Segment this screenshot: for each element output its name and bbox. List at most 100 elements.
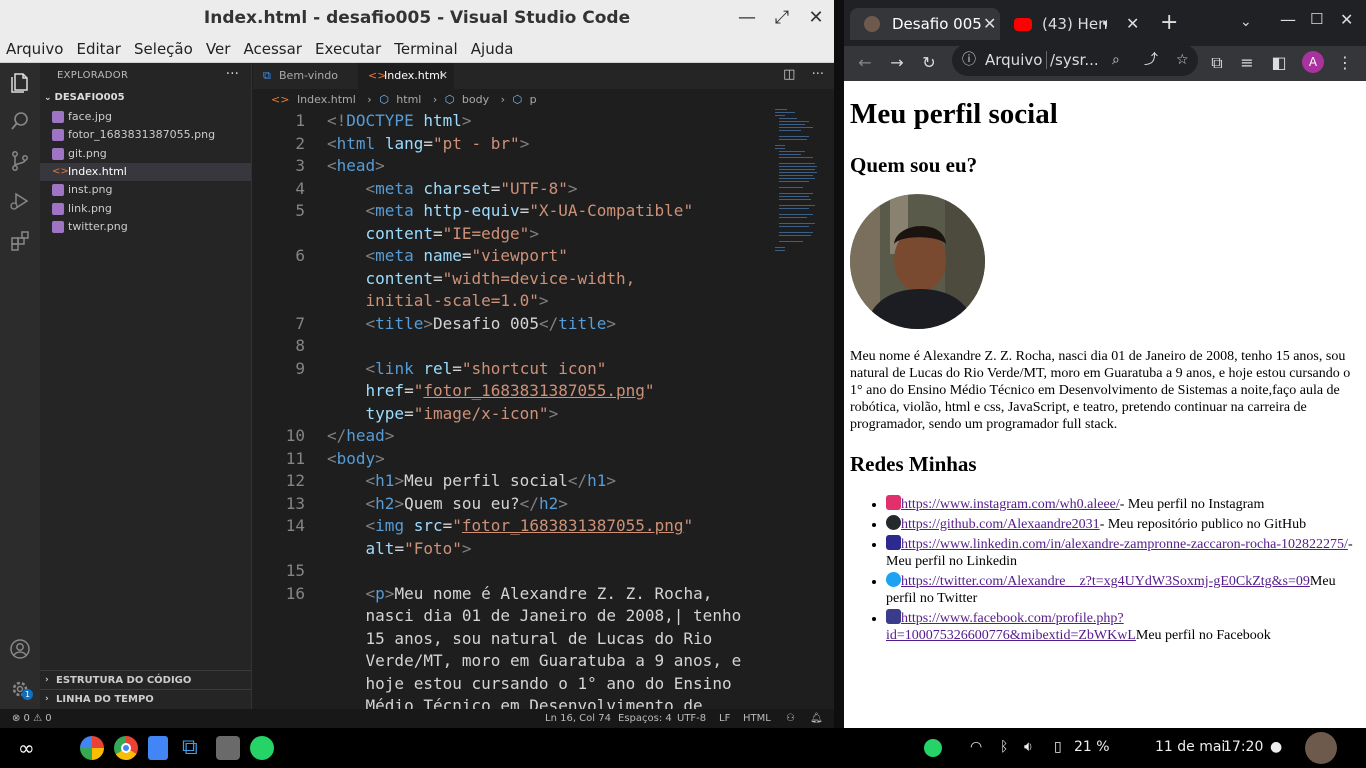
more-actions-icon[interactable]: ··· — [226, 66, 239, 82]
tab-welcome[interactable]: ⧉ Bem-vindo — [253, 63, 357, 89]
chrome-menu-icon[interactable]: ⋮ — [1334, 52, 1356, 74]
address-url: /sysr... — [1050, 51, 1099, 69]
menu-acessar[interactable]: Acessar — [237, 36, 301, 58]
forward-arrow-icon[interactable]: → — [886, 52, 908, 74]
split-editor-icon[interactable]: ◫ — [783, 67, 795, 82]
links-heading: Redes Minhas — [850, 452, 977, 476]
launcher-icon[interactable]: ∞ — [18, 736, 42, 760]
close-tab-icon[interactable]: ✕ — [983, 8, 996, 40]
indentation-status[interactable]: Espaços: 4 — [618, 709, 672, 728]
maximize-button[interactable]: ⤢ — [770, 6, 794, 30]
close-button[interactable]: ✕ — [804, 6, 828, 30]
whatsapp-tray-icon[interactable] — [924, 739, 942, 757]
close-tab-icon[interactable]: ✕ — [439, 63, 448, 89]
facebook-link[interactable]: https://www.facebook.com/profile.php?id=… — [886, 611, 1136, 643]
breadcrumb-item[interactable]: ⬡ body — [445, 93, 493, 106]
breadcrumb-item[interactable]: ⬡ html — [379, 93, 425, 106]
language-status[interactable]: HTML — [743, 709, 771, 728]
browser-tab-active[interactable]: Desafio 005 ✕ — [850, 8, 1000, 40]
account-icon[interactable] — [8, 637, 32, 661]
explorer-icon[interactable] — [8, 71, 32, 95]
vscode-app-icon[interactable]: ⧉ — [182, 736, 206, 760]
menu-ajuda[interactable]: Ajuda — [465, 36, 514, 58]
settings-gear-icon[interactable]: 1 — [8, 677, 33, 701]
close-button[interactable]: ✕ — [1340, 10, 1353, 29]
minimap[interactable] — [773, 107, 825, 307]
volume-icon[interactable]: 🔉︎ — [1024, 739, 1033, 755]
linkedin-link[interactable]: https://www.linkedin.com/in/alexandre-za… — [901, 537, 1348, 552]
bookmark-star-icon[interactable]: ☆ — [1176, 44, 1189, 76]
menu-ver[interactable]: Ver — [200, 36, 231, 58]
side-panel-icon[interactable]: ◧ — [1268, 52, 1290, 74]
notifications-bell-icon[interactable]: 🔔︎ — [810, 709, 823, 728]
menu-executar[interactable]: Executar — [309, 36, 381, 58]
file-item[interactable]: face.jpg — [40, 108, 251, 126]
whatsapp-icon[interactable] — [250, 736, 274, 760]
code-line: <meta charset="UTF-8"> — [365, 179, 578, 198]
extensions-puzzle-icon[interactable]: ⧉ — [1206, 52, 1228, 74]
bluetooth-icon[interactable]: ᛒ — [1000, 739, 1008, 755]
instagram-link[interactable]: https://www.instagram.com/wh0.aleee/ — [901, 497, 1120, 512]
tab-search-icon[interactable]: ⌄ — [1240, 14, 1252, 30]
line-number: 11 — [285, 449, 305, 468]
docs-app-icon[interactable] — [148, 736, 168, 760]
menu-selecao[interactable]: Seleção — [128, 36, 193, 58]
user-avatar[interactable] — [1305, 732, 1337, 764]
battery-icon[interactable]: ▯ — [1054, 739, 1062, 755]
run-debug-icon[interactable] — [8, 189, 32, 213]
media-control-icon[interactable]: ≡ — [1236, 52, 1258, 74]
encoding-status[interactable]: UTF-8 — [677, 709, 706, 728]
maximize-button[interactable]: ☐ — [1310, 10, 1323, 28]
wifi-icon[interactable]: ◠ — [970, 739, 982, 755]
timeline-section[interactable]: › LINHA DO TEMPO — [40, 689, 251, 708]
speaker-icon: 🔈︎ — [1103, 16, 1111, 31]
search-icon[interactable] — [8, 109, 32, 133]
extensions-icon[interactable] — [8, 229, 32, 253]
zoom-icon[interactable]: ⌕ — [1112, 44, 1120, 76]
source-control-icon[interactable] — [8, 149, 32, 173]
google-plus-app-icon[interactable] — [80, 736, 104, 760]
eol-status[interactable]: LF — [719, 709, 730, 728]
file-item[interactable]: inst.png — [40, 181, 251, 199]
share-icon[interactable]: ⤴ — [1144, 44, 1158, 76]
vscode-titlebar[interactable]: Index.html - desafio005 - Visual Studio … — [0, 0, 834, 36]
outline-section[interactable]: › ESTRUTURA DO CÓDIGO — [40, 670, 251, 689]
folder-header[interactable]: ⌄ DESAFIO005 — [44, 92, 125, 103]
menu-editar[interactable]: Editar — [71, 36, 121, 58]
menu-terminal[interactable]: Terminal — [388, 36, 457, 58]
list-item: https://www.instagram.com/wh0.aleee/- Me… — [886, 495, 1356, 513]
problems-status[interactable]: ⊗ 0 ⚠ 0 — [12, 709, 52, 728]
code-editor[interactable]: 1 <!DOCTYPE html> 2 <html lang="pt - br"… — [253, 107, 773, 715]
feedback-icon[interactable]: ⚇ — [786, 709, 795, 728]
date-label[interactable]: 11 de mai — [1155, 739, 1225, 755]
minimize-button[interactable]: — — [735, 6, 759, 30]
github-link[interactable]: https://github.com/Alexaandre2031 — [901, 517, 1100, 532]
twitter-link[interactable]: https://twitter.com/Alexandre__z?t=xg4UY… — [901, 574, 1310, 589]
breadcrumb-item[interactable]: ⬡ p — [513, 93, 541, 106]
file-item[interactable]: fotor_1683831387055.png — [40, 126, 251, 144]
profile-avatar[interactable]: A — [1302, 51, 1324, 73]
back-arrow-icon[interactable]: ← — [854, 52, 876, 74]
reload-icon[interactable]: ↻ — [918, 52, 940, 74]
notification-dot-icon[interactable]: ● — [1270, 739, 1282, 755]
breadcrumb-item[interactable]: <> Index.html — [271, 93, 360, 106]
close-tab-icon[interactable]: ✕ — [1126, 8, 1139, 40]
tab-index-html[interactable]: <> Index.html ✕ — [358, 63, 454, 89]
file-item[interactable]: link.png — [40, 200, 251, 218]
time-label[interactable]: 17:20 — [1223, 739, 1263, 755]
browser-tab-youtube[interactable]: (43) Hen 🔈︎ ✕ — [1000, 8, 1150, 40]
minimize-button[interactable]: — — [1280, 10, 1296, 29]
more-actions-icon[interactable]: ··· — [812, 67, 824, 82]
info-icon[interactable]: ⓘ — [962, 44, 976, 76]
address-bar[interactable]: ⓘ Arquivo /sysr... ⌕ ⤴ ☆ — [952, 44, 1198, 76]
chrome-app-icon[interactable] — [114, 736, 138, 760]
file-item[interactable]: twitter.png — [40, 218, 251, 236]
cursor-position[interactable]: Ln 16, Col 74 — [545, 709, 611, 728]
app-icon[interactable] — [216, 736, 240, 760]
file-item-active[interactable]: <> Index.html — [40, 163, 251, 181]
code-line: <h2>Quem sou eu?</h2> — [365, 494, 568, 513]
address-scheme-label: Arquivo — [985, 51, 1043, 69]
new-tab-button[interactable]: + — [1160, 10, 1178, 35]
menu-arquivo[interactable]: Arquivo — [0, 36, 63, 58]
file-item[interactable]: git.png — [40, 145, 251, 163]
